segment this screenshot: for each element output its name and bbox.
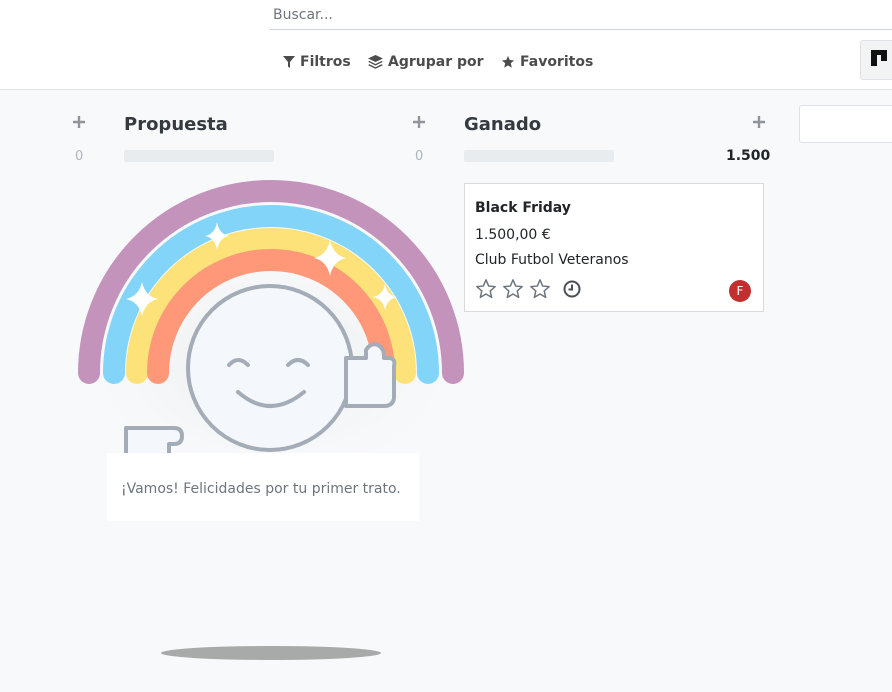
clock-icon[interactable] (562, 279, 582, 299)
smiley-face (186, 284, 354, 452)
avatar[interactable]: F (729, 280, 751, 302)
card-customer: Club Futbol Veteranos (475, 252, 629, 268)
search-bar (270, 0, 892, 30)
filter-icon (283, 56, 295, 68)
star-outline-icon[interactable] (475, 278, 497, 300)
favorites-button[interactable]: Favoritos (501, 50, 593, 74)
star-icon (501, 55, 515, 68)
column-total: 1.500 (726, 148, 771, 164)
column-count: 0 (75, 149, 84, 164)
group-by-button[interactable]: Agrupar por (368, 50, 484, 74)
priority-stars (475, 278, 551, 300)
kanban-card[interactable]: Black Friday 1.500,00 € Club Futbol Vete… (464, 183, 764, 312)
star-outline-icon[interactable] (529, 278, 551, 300)
column-count: 0 (415, 149, 424, 164)
kanban-view-button[interactable] (860, 40, 892, 80)
column-progress-bar (124, 150, 274, 162)
card-amount: 1.500,00 € (475, 227, 551, 243)
rainbow-smiley-illustration (71, 180, 471, 470)
column-add-icon[interactable] (751, 114, 767, 130)
star-outline-icon[interactable] (502, 278, 524, 300)
column-add-icon[interactable] (71, 114, 87, 130)
control-panel: Filtros Agrupar por Favoritos (0, 0, 892, 90)
search-input[interactable] (273, 4, 873, 26)
help-message-box: ¡Vamos! Felicidades por tu primer trato. (107, 453, 419, 521)
layers-icon (368, 55, 383, 69)
add-column-panel[interactable] (799, 105, 892, 143)
column-title-propuesta: Propuesta (124, 114, 228, 135)
help-message: ¡Vamos! Felicidades por tu primer trato. (121, 481, 401, 497)
filters-label: Filtros (300, 54, 351, 70)
kanban-icon (871, 50, 887, 66)
card-title: Black Friday (475, 200, 571, 216)
illustration-shadow (161, 646, 381, 660)
filters-button[interactable]: Filtros (283, 50, 351, 74)
group-by-label: Agrupar por (388, 54, 484, 70)
column-progress-bar (464, 150, 614, 162)
column-title-ganado: Ganado (464, 114, 542, 135)
column-add-icon[interactable] (411, 114, 427, 130)
favorites-label: Favoritos (520, 54, 594, 70)
